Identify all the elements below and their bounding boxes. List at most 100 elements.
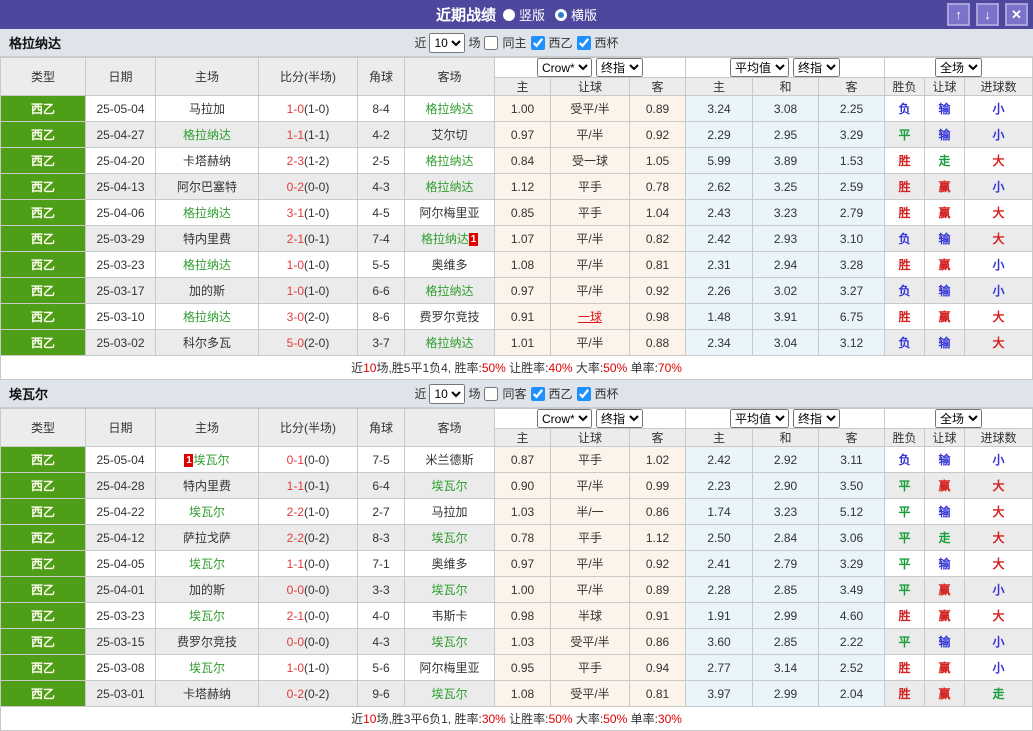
result-handicap-cell: 走 xyxy=(924,524,966,551)
avg-home-cell: 2.29 xyxy=(685,121,753,148)
radio-vertical-layout[interactable]: 竖版 xyxy=(502,5,545,24)
corner-cell: 6-4 xyxy=(357,472,405,499)
away-team-cell: 埃瓦尔 xyxy=(404,524,495,551)
bookmaker-select[interactable]: Crow* xyxy=(537,58,592,77)
result-mark: 输 xyxy=(938,453,951,467)
score-cell: 0-1(0-0) xyxy=(258,446,358,473)
near-label: 近 xyxy=(414,387,427,401)
recent-count-select[interactable]: 10 xyxy=(429,32,466,53)
score-cell: 3-1(1-0) xyxy=(258,199,358,226)
corner-cell: 4-0 xyxy=(357,602,405,629)
avg-away-cell: 2.79 xyxy=(817,199,886,226)
period-select[interactable]: 全场 xyxy=(935,409,983,428)
avg-away-cell: 3.50 xyxy=(817,472,886,499)
result-mark: 输 xyxy=(938,128,951,142)
result-mark: 胜 xyxy=(898,609,911,623)
handicap-cell: 半球 xyxy=(550,602,630,629)
result-handicap-cell: 输 xyxy=(924,225,966,252)
halftime-score: (0-1) xyxy=(304,231,330,246)
away-team-cell: 阿尔梅里亚 xyxy=(404,199,495,226)
average-select[interactable]: 平均值 xyxy=(730,58,789,77)
odds-time-select[interactable]: 终指 xyxy=(596,58,643,77)
close-button[interactable]: ✕ xyxy=(1005,3,1028,26)
result-mark: 走 xyxy=(938,531,951,545)
result-outcome-cell: 平 xyxy=(884,628,926,655)
odds-away-cell: 0.86 xyxy=(629,498,686,525)
avg-draw-cell: 2.94 xyxy=(752,251,819,278)
match-row: 西乙 25-04-22 埃瓦尔 2-2(1-0) 2-7 马拉加 1.03 半/一 0.86 1.… xyxy=(0,498,1033,525)
home-team-name: 萨拉戈萨 xyxy=(182,531,231,545)
handicap-value: 受平/半 xyxy=(570,687,610,701)
summary-text: 10 xyxy=(363,361,377,375)
avg-home-cell: 2.77 xyxy=(685,654,753,681)
summary-text: 场,胜5平1负4, 胜率: xyxy=(376,361,482,375)
radio-horizontal-layout[interactable]: 横版 xyxy=(555,5,597,24)
halftime-score: (0-1) xyxy=(304,478,330,493)
result-mark: 平 xyxy=(898,635,911,649)
same-venue-checkbox[interactable] xyxy=(484,35,499,50)
match-row: 西乙 25-04-01 加的斯 0-0(0-0) 3-3 埃瓦尔 1.00 平/半 0.89 2.… xyxy=(0,576,1033,603)
avg-away-cell: 2.22 xyxy=(817,628,886,655)
filter-bar: 近 10 场 同客 西乙 西杯 xyxy=(414,383,619,404)
league-checkbox[interactable] xyxy=(530,35,545,50)
halftime-score: (0-0) xyxy=(304,452,330,467)
average-time-select[interactable]: 终指 xyxy=(793,58,840,77)
result-goals-cell: 大 xyxy=(964,602,1033,629)
cup-checkbox[interactable] xyxy=(576,35,591,50)
odds-time-select[interactable]: 终指 xyxy=(596,409,643,428)
page-title: 近期战绩 xyxy=(435,7,496,24)
summary-cell: 近10场,胜5平1负4, 胜率:50% 让胜率:40% 大率:50% 单率:70… xyxy=(0,355,1033,380)
match-row: 西乙 25-04-28 特内里费 1-1(0-1) 6-4 埃瓦尔 0.90 平/半 0.99 2… xyxy=(0,472,1033,499)
recent-count-select[interactable]: 10 xyxy=(429,383,466,404)
average-time-select[interactable]: 终指 xyxy=(793,409,840,428)
section-header: 格拉纳达 近 10 场 同主 西乙 西杯 xyxy=(0,29,1033,57)
result-handicap-cell: 走 xyxy=(924,147,966,174)
handicap-cell: 平手 xyxy=(550,199,630,226)
handicap-cell: 平/半 xyxy=(550,251,630,278)
period-select[interactable]: 全场 xyxy=(935,58,983,77)
match-row: 西乙 25-05-04 马拉加 1-0(1-0) 8-4 格拉纳达 1.00 受平/半 0.89… xyxy=(0,95,1033,122)
match-row: 西乙 25-05-04 1 埃瓦尔 0-1(0-0) 7-5 米兰德斯 0.87 平手 1.02 2… xyxy=(0,446,1033,473)
league-cell: 西乙 xyxy=(0,147,86,174)
avg-home-cell: 2.26 xyxy=(685,277,753,304)
odds-home-cell: 0.97 xyxy=(494,550,551,577)
home-team-cell: 埃瓦尔 xyxy=(155,498,259,525)
result-mark: 走 xyxy=(938,154,951,168)
odds-home-cell: 1.00 xyxy=(494,95,551,122)
bookmaker-select[interactable]: Crow* xyxy=(537,409,592,428)
corner-cell: 3-7 xyxy=(357,329,405,356)
move-up-button[interactable]: ↑ xyxy=(947,3,970,26)
filter-bar: 近 10 场 同主 西乙 西杯 xyxy=(414,32,619,53)
home-team-name: 格拉纳达 xyxy=(182,310,231,324)
date-cell: 25-04-20 xyxy=(85,147,156,174)
result-goals-cell: 小 xyxy=(964,277,1033,304)
column-header: 类型 xyxy=(0,408,86,447)
summary-text: 场,胜3平6负1, 胜率: xyxy=(376,712,482,726)
corner-cell: 9-6 xyxy=(357,680,405,707)
result-handicap-cell: 输 xyxy=(924,95,966,122)
average-select[interactable]: 平均值 xyxy=(730,409,789,428)
score-cell: 1-0(1-0) xyxy=(258,95,358,122)
result-goals-cell: 大 xyxy=(964,524,1033,551)
move-down-button[interactable]: ↓ xyxy=(976,3,999,26)
date-cell: 25-03-23 xyxy=(85,602,156,629)
column-header: 日期 xyxy=(85,57,156,96)
avg-away-cell: 3.27 xyxy=(817,277,886,304)
fulltime-score: 5-0 xyxy=(286,335,304,350)
result-outcome-cell: 负 xyxy=(884,446,926,473)
result-mark: 赢 xyxy=(938,661,951,675)
same-venue-checkbox[interactable] xyxy=(484,386,499,401)
summary-row: 近10场,胜5平1负4, 胜率:50% 让胜率:40% 大率:50% 单率:70… xyxy=(0,355,1033,380)
home-team-name: 加的斯 xyxy=(188,284,225,298)
league-checkbox[interactable] xyxy=(530,386,545,401)
avg-draw-cell: 3.89 xyxy=(752,147,819,174)
avg-draw-cell: 3.91 xyxy=(752,303,819,330)
cup-checkbox[interactable] xyxy=(576,386,591,401)
result-handicap-cell: 赢 xyxy=(924,602,966,629)
result-goals-cell: 大 xyxy=(964,199,1033,226)
result-outcome-cell: 负 xyxy=(884,95,926,122)
league-cell: 西乙 xyxy=(0,524,86,551)
result-handicap-cell: 输 xyxy=(924,550,966,577)
column-header: 比分(半场) xyxy=(258,408,358,447)
sub-column-header: 让球 xyxy=(550,428,630,447)
